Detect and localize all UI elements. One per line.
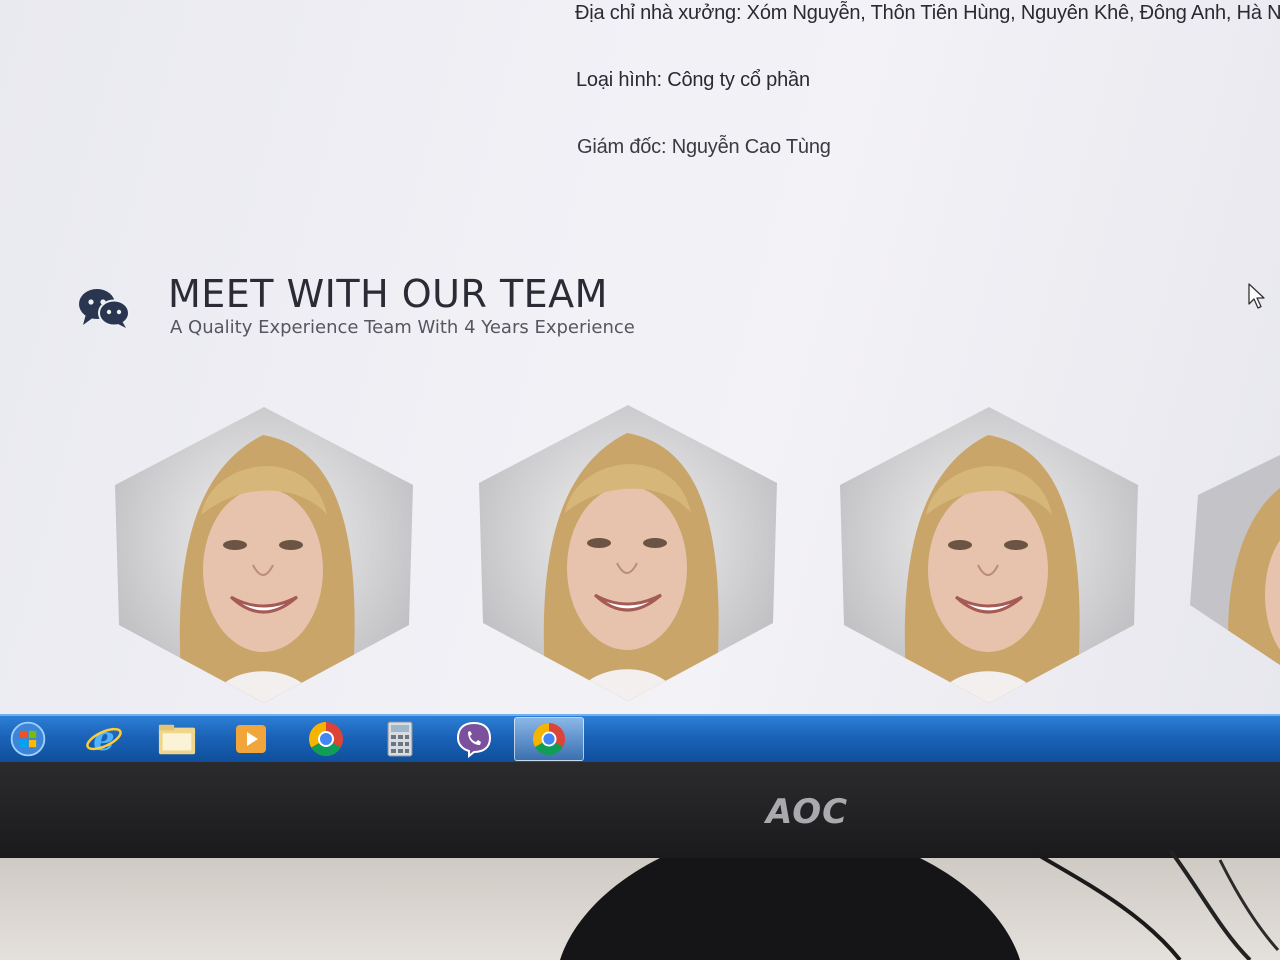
section-title: MEET WITH OUR TEAM bbox=[168, 272, 608, 316]
team-member-photo[interactable] bbox=[113, 405, 415, 705]
windows-start-icon[interactable] bbox=[8, 720, 48, 758]
section-subtitle: A Quality Experience Team With 4 Years E… bbox=[170, 317, 635, 338]
monitor-stand bbox=[560, 858, 1020, 960]
internet-explorer-icon[interactable]: e bbox=[84, 720, 124, 758]
file-explorer-icon[interactable] bbox=[157, 720, 197, 758]
monitor-brand-logo: AOC bbox=[766, 792, 849, 832]
company-type: Loại hình: Công ty cổ phần bbox=[576, 69, 810, 91]
company-director: Giám đốc: Nguyễn Cao Tùng bbox=[577, 136, 831, 158]
chrome-icon[interactable] bbox=[306, 720, 346, 758]
media-player-icon[interactable] bbox=[231, 720, 271, 758]
cables bbox=[1028, 850, 1280, 960]
taskbar: e bbox=[0, 714, 1280, 762]
team-member-photo[interactable] bbox=[1190, 455, 1280, 665]
viber-icon[interactable] bbox=[454, 720, 494, 758]
monitor-bezel bbox=[0, 762, 1280, 860]
calculator-icon[interactable] bbox=[380, 720, 420, 758]
photo-frame: Địa chỉ nhà xưởng: Xóm Nguyễn, Thôn Tiên… bbox=[0, 0, 1280, 960]
mouse-cursor-icon bbox=[1248, 283, 1265, 309]
chrome-active-icon[interactable] bbox=[529, 720, 569, 758]
monitor-screen: Địa chỉ nhà xưởng: Xóm Nguyễn, Thôn Tiên… bbox=[0, 0, 1280, 715]
team-member-photo[interactable] bbox=[477, 403, 779, 703]
team-member-photo[interactable] bbox=[838, 405, 1140, 705]
svg-text:e: e bbox=[93, 720, 115, 758]
chat-bubbles-icon bbox=[79, 289, 130, 328]
company-address: Địa chỉ nhà xưởng: Xóm Nguyễn, Thôn Tiên… bbox=[575, 2, 1280, 24]
